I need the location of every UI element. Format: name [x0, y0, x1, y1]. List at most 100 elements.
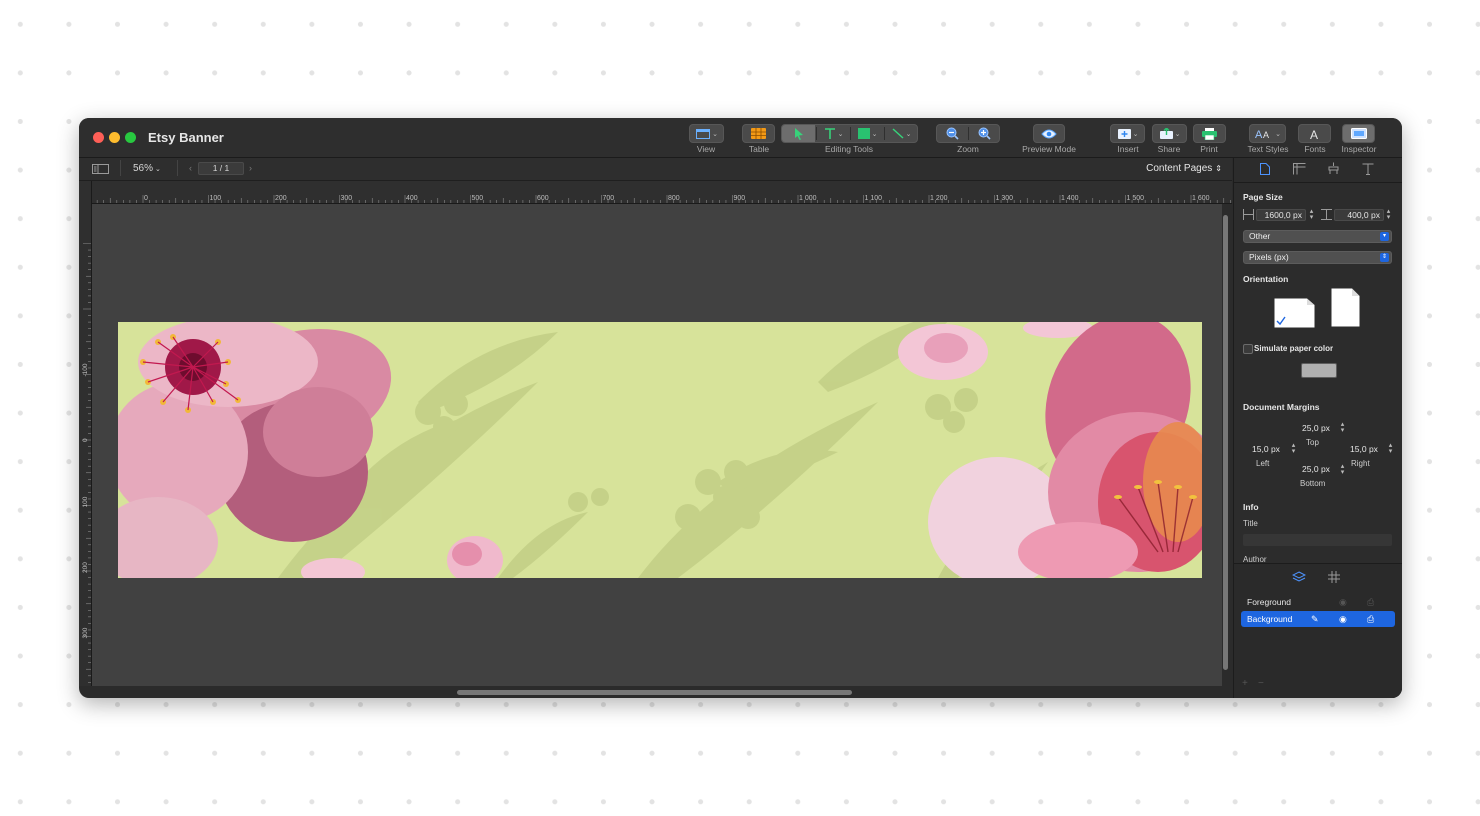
banner-image[interactable] — [118, 322, 1202, 578]
units-value: Pixels (px) — [1249, 252, 1289, 262]
editing-tools-group: ⌄ ⌄ ⌄ — [781, 124, 918, 143]
minimize-window-button[interactable] — [109, 132, 120, 143]
fonts-label: Fonts — [1304, 144, 1326, 154]
page-width-field[interactable]: 1600,0 px — [1256, 209, 1306, 221]
inspector-label: Inspector — [1341, 144, 1377, 154]
preview-mode-button[interactable] — [1033, 124, 1065, 143]
paper-preset-dropdown[interactable]: Other ▾ — [1243, 230, 1392, 243]
zoom-group — [936, 124, 1000, 143]
inspector-button[interactable] — [1342, 124, 1375, 143]
zoom-out-button[interactable] — [937, 125, 968, 142]
margin-right-stepper[interactable]: ▴ ▾ — [1387, 442, 1394, 455]
width-icon — [1243, 209, 1254, 220]
landscape-orientation-icon[interactable] — [1274, 298, 1315, 328]
ruler-tick-label: 600 — [537, 195, 549, 202]
margin-top-stepper[interactable]: ▴ ▾ — [1339, 421, 1346, 434]
insert-button[interactable]: ⌄ — [1110, 124, 1145, 143]
page-height-field[interactable]: 400,0 px — [1334, 209, 1384, 221]
add-layer-button[interactable]: + — [1242, 678, 1248, 689]
fonts-button[interactable]: A — [1298, 124, 1331, 143]
simulate-paper-color-checkbox[interactable] — [1243, 344, 1253, 354]
width-stepper[interactable]: ▴ ▾ — [1308, 208, 1315, 221]
ruler-tick-label: 1 600 — [1192, 195, 1210, 202]
layout-icon[interactable] — [1293, 163, 1306, 175]
window-title: Etsy Banner — [148, 130, 224, 145]
previous-page-icon[interactable]: ‹ — [189, 163, 192, 173]
view-button[interactable]: ⌄ — [689, 124, 724, 143]
margin-top-field[interactable]: 25,0 px — [1294, 423, 1338, 435]
layers-icon[interactable] — [1292, 571, 1306, 583]
printable-printer-icon[interactable]: ⎙ — [1367, 611, 1374, 627]
visibility-eye-icon[interactable]: ◉ — [1339, 594, 1347, 610]
content-pages-dropdown[interactable]: Content Pages ⇕ — [1146, 163, 1222, 174]
ruler-tick-label: 1 500 — [1127, 195, 1145, 202]
ruler-tick-label: -100 — [82, 363, 89, 376]
svg-text:A: A — [1255, 129, 1263, 139]
share-button[interactable]: ⌄ — [1152, 124, 1187, 143]
margin-right-field[interactable]: 15,0 px — [1341, 444, 1387, 456]
info-title-field[interactable] — [1243, 534, 1392, 546]
inspector-icon — [1343, 125, 1374, 142]
floral-banner-artwork — [118, 322, 1202, 578]
margin-left-stepper[interactable]: ▴ ▾ — [1290, 442, 1297, 455]
line-tool-button[interactable]: ⌄ — [885, 125, 918, 142]
zoom-level-dropdown[interactable]: 56% ⌄ — [133, 163, 161, 174]
visibility-eye-icon[interactable]: ◉ — [1339, 611, 1347, 627]
svg-text:A: A — [1263, 130, 1269, 139]
paper-preset-value: Other — [1249, 231, 1271, 241]
grid-icon[interactable] — [1328, 571, 1340, 583]
zoom-label: Zoom — [957, 144, 979, 154]
ruler-tick-label: 0 — [144, 195, 148, 202]
document-icon[interactable] — [1260, 163, 1270, 175]
ruler-tick-label: 1 100 — [865, 195, 883, 202]
paper-color-well[interactable] — [1301, 363, 1337, 378]
zoom-in-icon — [978, 127, 991, 140]
view-icon: ⌄ — [694, 125, 720, 142]
inspector-tabs — [1234, 158, 1402, 183]
remove-layer-button[interactable]: − — [1258, 678, 1264, 689]
page-number-field[interactable]: 1 / 1 — [198, 162, 244, 175]
zoom-window-button[interactable] — [125, 132, 136, 143]
next-page-icon[interactable]: › — [249, 163, 252, 173]
horizontal-scrollbar[interactable] — [457, 690, 852, 695]
ruler-ticks: -1000100200300400500 — [82, 243, 91, 683]
text-styles-button[interactable]: A A ⌄ — [1249, 124, 1286, 143]
document-subbar: 56% ⌄ ‹ 1 / 1 › Content Pages ⇕ — [79, 158, 1232, 181]
layer-row[interactable]: Foreground ◉ ⎙ — [1241, 594, 1395, 610]
selection-tool-button[interactable] — [782, 125, 815, 142]
ruler-tick-label: 1 200 — [930, 195, 948, 202]
rectangle-icon — [857, 128, 870, 139]
info-title-label: Title — [1243, 519, 1258, 528]
pencil-icon[interactable]: ✎ — [1311, 611, 1319, 627]
units-dropdown[interactable]: Pixels (px) ⇕ — [1243, 251, 1392, 264]
vertical-scrollbar[interactable] — [1223, 215, 1228, 670]
print-button[interactable] — [1193, 124, 1226, 143]
height-stepper[interactable]: ▴ ▾ — [1385, 208, 1392, 221]
insert-icon: ⌄ — [1115, 125, 1141, 142]
portrait-orientation-icon[interactable] — [1331, 288, 1360, 327]
sidebar-toggle-icon[interactable] — [92, 164, 109, 174]
text-tool-icon — [824, 127, 835, 139]
zoom-in-button[interactable] — [969, 125, 1000, 142]
ruler-tick-label: 200 — [82, 562, 89, 573]
document-canvas[interactable] — [92, 204, 1222, 686]
arrange-icon[interactable] — [1327, 162, 1340, 175]
ruler-tick-label: 1 000 — [799, 195, 817, 202]
vertical-ruler: -1000100200300400500 — [79, 181, 92, 686]
text-format-icon[interactable] — [1362, 163, 1374, 175]
margin-bottom-stepper[interactable]: ▴ ▾ — [1339, 463, 1346, 476]
layer-row[interactable]: Background ✎ ◉ ⎙ — [1241, 611, 1395, 627]
layers-list: Foreground ◉ ⎙ Background ✎ ◉ ⎙ — [1241, 594, 1395, 628]
divider — [120, 160, 121, 176]
margin-left-field[interactable]: 15,0 px — [1243, 444, 1289, 456]
text-tool-button[interactable]: ⌄ — [817, 125, 850, 142]
table-button[interactable] — [742, 124, 775, 143]
printable-printer-icon[interactable]: ⎙ — [1367, 594, 1374, 610]
ruler-tick-label: 800 — [668, 195, 680, 202]
ruler-tick-label: 500 — [472, 195, 484, 202]
shape-tool-button[interactable]: ⌄ — [851, 125, 884, 142]
margin-top-label: Top — [1306, 438, 1319, 447]
close-window-button[interactable] — [93, 132, 104, 143]
margin-bottom-field[interactable]: 25,0 px — [1294, 464, 1338, 476]
ruler-tick-label: 400 — [406, 195, 418, 202]
